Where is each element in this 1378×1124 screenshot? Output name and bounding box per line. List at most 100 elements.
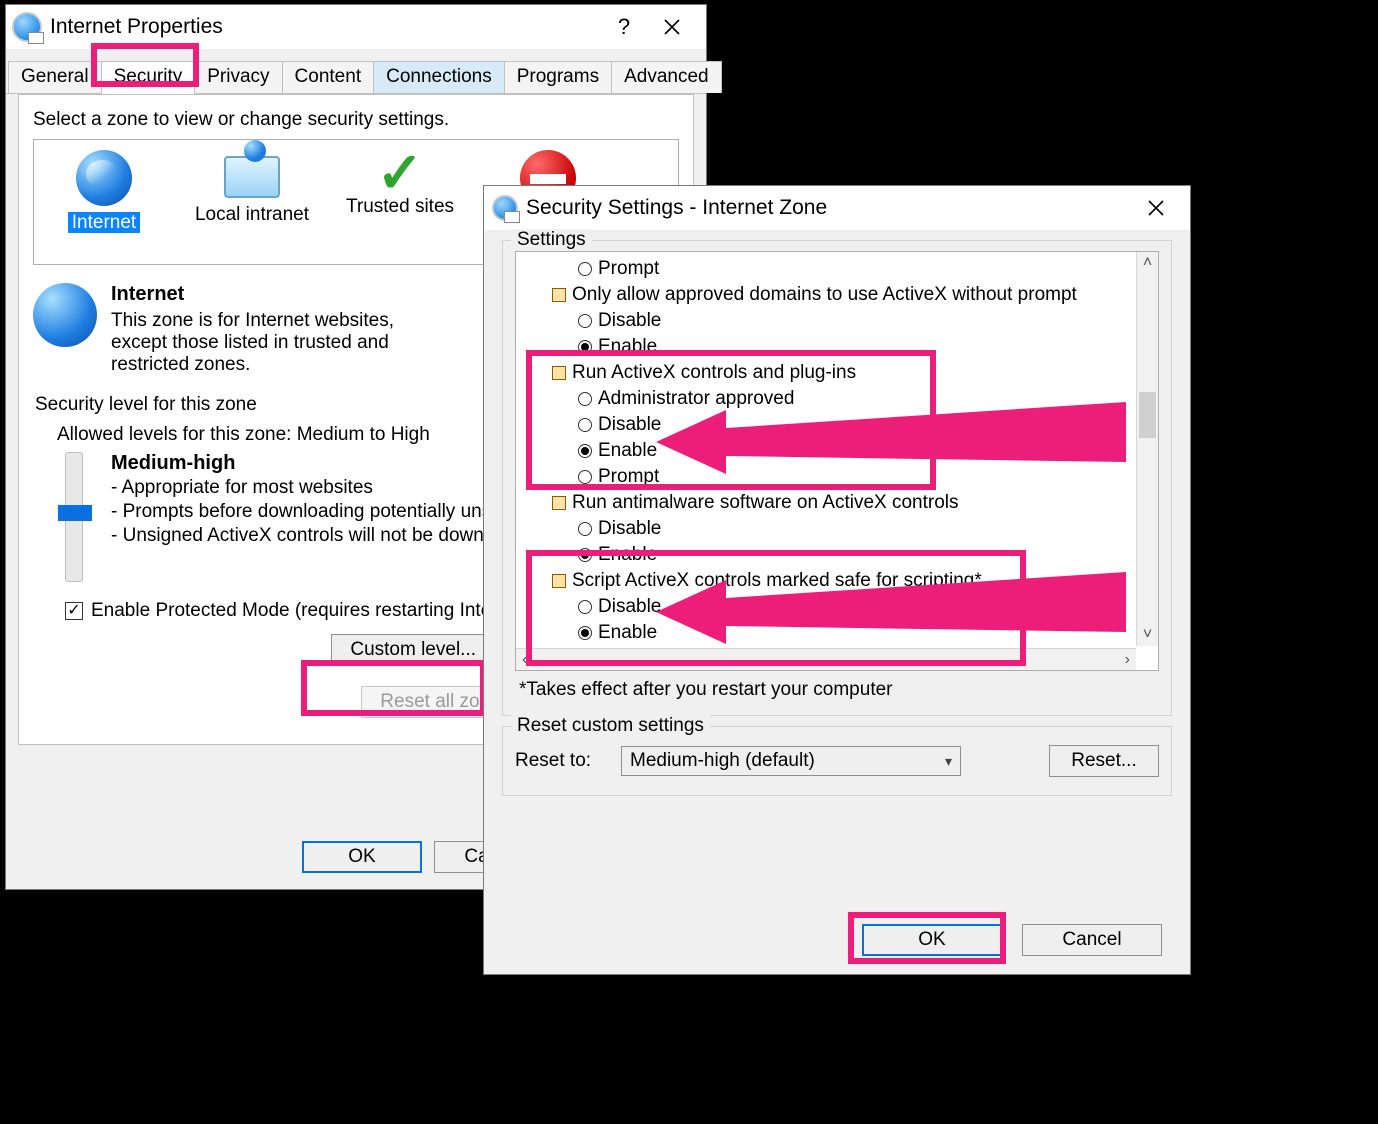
vertical-scrollbar[interactable]: ˄ ˅: [1136, 252, 1158, 646]
reset-to-value: Medium-high (default): [630, 750, 815, 772]
tree-radio[interactable]: Disable: [542, 516, 1128, 542]
radio-icon[interactable]: [578, 314, 592, 328]
zone-local-intranet-label: Local intranet: [195, 204, 309, 225]
ip-titlebar: Internet Properties ?: [6, 5, 706, 49]
zone-desc-text: This zone is for Internet websites, exce…: [111, 310, 431, 376]
ip-title: Internet Properties: [50, 15, 600, 39]
settings-tree[interactable]: PromptOnly allow approved domains to use…: [515, 251, 1159, 671]
tree-group: Run ActiveX controls and plug-ins: [542, 360, 1128, 386]
tree-item-label: Disable: [598, 516, 661, 542]
radio-icon[interactable]: [578, 522, 592, 536]
setting-group-icon: [552, 574, 566, 588]
zone-instruction: Select a zone to view or change security…: [19, 109, 693, 139]
settings-group: Settings PromptOnly allow approved domai…: [502, 240, 1172, 716]
tab-privacy[interactable]: Privacy: [194, 61, 282, 93]
internet-options-icon: [492, 195, 518, 221]
tree-item-label: Disable: [598, 412, 661, 438]
reset-to-combobox[interactable]: Medium-high (default) ▾: [621, 746, 961, 776]
zone-internet[interactable]: Internet: [40, 150, 168, 256]
scroll-down-icon[interactable]: ˅: [1137, 624, 1158, 646]
chevron-down-icon: ▾: [945, 753, 952, 770]
scroll-up-icon[interactable]: ˄: [1137, 252, 1158, 274]
scroll-left-icon[interactable]: ‹: [522, 651, 527, 669]
custom-level-button[interactable]: Custom level...: [331, 634, 495, 666]
scrollbar-thumb[interactable]: [1139, 392, 1156, 438]
intranet-icon: [224, 156, 280, 198]
radio-icon[interactable]: [578, 418, 592, 432]
radio-icon[interactable]: [578, 626, 592, 640]
ok-button[interactable]: OK: [302, 841, 422, 873]
setting-group-icon: [552, 288, 566, 302]
tree-radio[interactable]: Disable: [542, 308, 1128, 334]
scroll-right-icon[interactable]: ›: [1125, 651, 1130, 669]
tree-item-label: Enable: [598, 438, 657, 464]
radio-icon[interactable]: [578, 340, 592, 354]
close-button[interactable]: [648, 6, 696, 48]
settings-label: Settings: [511, 229, 592, 251]
setting-group-icon: [552, 366, 566, 380]
globe-icon: [76, 150, 132, 206]
tree-radio[interactable]: Administrator approved: [542, 386, 1128, 412]
close-button[interactable]: [1132, 187, 1180, 229]
tree-item-label: Enable: [598, 620, 657, 646]
reset-group: Reset custom settings Reset to: Medium-h…: [502, 726, 1172, 796]
tree-item-label: Only allow approved domains to use Activ…: [572, 282, 1077, 308]
tree-item-label: Prompt: [598, 464, 659, 490]
security-settings-window: Security Settings - Internet Zone Settin…: [483, 185, 1191, 975]
radio-icon[interactable]: [578, 548, 592, 562]
tab-general[interactable]: General: [8, 61, 102, 93]
protected-mode-checkbox[interactable]: [65, 602, 83, 620]
level-name: Medium-high: [111, 452, 235, 474]
reset-heading: Reset custom settings: [511, 715, 710, 737]
zone-desc-title: Internet: [111, 283, 431, 306]
tree-item-label: Run ActiveX controls and plug-ins: [572, 360, 856, 386]
restart-note: *Takes effect after you restart your com…: [515, 671, 1159, 701]
ss-title: Security Settings - Internet Zone: [526, 196, 1132, 220]
help-button[interactable]: ?: [600, 6, 648, 48]
tree-item-label: Disable: [598, 308, 661, 334]
tree-radio[interactable]: Prompt: [542, 464, 1128, 490]
ip-tabstrip: General Security Privacy Content Connect…: [6, 49, 706, 94]
tab-connections[interactable]: Connections: [373, 61, 505, 93]
tree-item-label: Run antimalware software on ActiveX cont…: [572, 490, 959, 516]
radio-icon[interactable]: [578, 600, 592, 614]
tree-group: Only allow approved domains to use Activ…: [542, 282, 1128, 308]
globe-icon: [33, 283, 97, 347]
zone-trusted-label: Trusted sites: [346, 196, 454, 217]
tree-radio[interactable]: Enable: [542, 334, 1128, 360]
tree-radio[interactable]: Disable: [542, 412, 1128, 438]
tab-security[interactable]: Security: [101, 61, 196, 94]
security-level-slider[interactable]: [65, 452, 83, 582]
cancel-button[interactable]: Cancel: [1022, 924, 1162, 956]
ss-button-bar: OK Cancel: [484, 906, 1190, 974]
zone-local-intranet[interactable]: Local intranet: [188, 150, 316, 256]
horizontal-scrollbar[interactable]: ‹ ›: [516, 648, 1136, 670]
tree-item-label: Disable: [598, 594, 661, 620]
tree-radio[interactable]: Enable: [542, 620, 1128, 646]
tree-radio[interactable]: Prompt: [542, 256, 1128, 282]
radio-icon[interactable]: [578, 444, 592, 458]
tree-item-label: Script ActiveX controls marked safe for …: [572, 568, 982, 594]
tree-item-label: Prompt: [598, 256, 659, 282]
tree-item-label: Enable: [598, 542, 657, 568]
tree-radio[interactable]: Enable: [542, 438, 1128, 464]
tree-item-label: Administrator approved: [598, 386, 794, 412]
radio-icon[interactable]: [578, 470, 592, 484]
radio-icon[interactable]: [578, 392, 592, 406]
zone-internet-label: Internet: [68, 212, 140, 233]
reset-to-label: Reset to:: [515, 750, 605, 772]
checkmark-icon: ✓: [336, 150, 464, 196]
ok-button[interactable]: OK: [862, 924, 1002, 956]
slider-thumb[interactable]: [58, 505, 92, 521]
internet-options-icon: [12, 12, 42, 42]
tab-programs[interactable]: Programs: [504, 61, 612, 93]
radio-icon[interactable]: [578, 262, 592, 276]
tree-radio[interactable]: Enable: [542, 542, 1128, 568]
tree-group: Script ActiveX controls marked safe for …: [542, 568, 1128, 594]
tree-radio[interactable]: Disable: [542, 594, 1128, 620]
tab-advanced[interactable]: Advanced: [611, 61, 722, 93]
zone-trusted-sites[interactable]: ✓ Trusted sites: [336, 150, 464, 256]
tab-content[interactable]: Content: [282, 61, 375, 93]
tree-group: Run antimalware software on ActiveX cont…: [542, 490, 1128, 516]
reset-button[interactable]: Reset...: [1049, 745, 1159, 777]
